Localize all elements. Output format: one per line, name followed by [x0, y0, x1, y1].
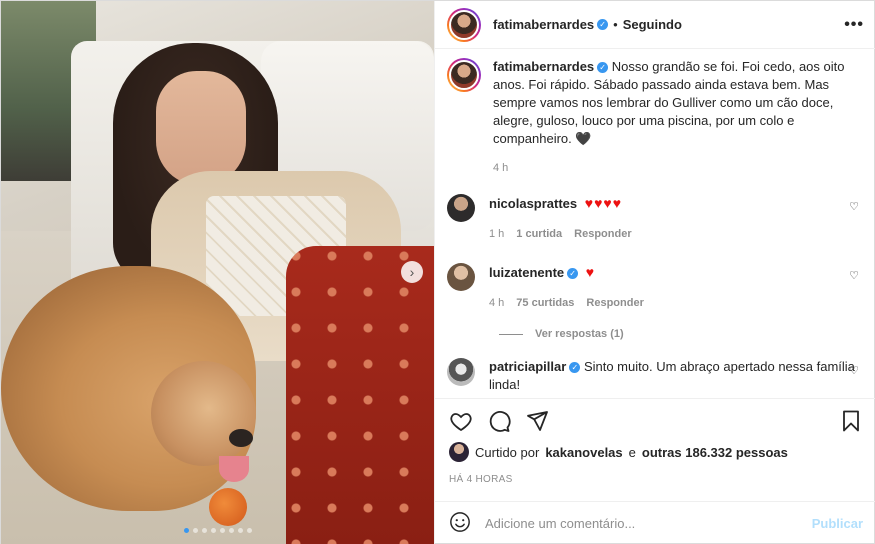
caption-username[interactable]: fatimabernardes — [493, 59, 594, 74]
carousel-next-button[interactable]: › — [401, 261, 423, 283]
bookmark-save-icon[interactable] — [839, 409, 863, 433]
comment-time: 1 h — [489, 228, 505, 240]
posted-time: HÁ 4 HORAS — [449, 474, 513, 485]
view-replies-button[interactable]: Ver respostas (1) — [499, 328, 861, 340]
comment-time: 4 h — [489, 297, 505, 309]
caption-time: 4 h — [493, 162, 509, 174]
carousel-dot — [183, 528, 189, 533]
comment-username[interactable]: nicolasprattes — [489, 196, 577, 211]
author-avatar[interactable] — [447, 7, 481, 42]
likes-summary: Curtido por kakanovelas e outras 186.332… — [449, 442, 788, 462]
commenter-avatar[interactable] — [447, 194, 475, 222]
follow-status-button[interactable]: Seguindo — [623, 17, 682, 32]
carousel-dot — [210, 528, 216, 533]
chevron-right-icon: › — [409, 264, 415, 280]
verified-icon: ✓ — [569, 362, 581, 374]
more-options-icon[interactable]: ••• — [844, 16, 864, 34]
separator-dot: • — [613, 17, 618, 32]
carousel-dot — [201, 528, 207, 533]
reply-button[interactable]: Responder — [574, 225, 631, 243]
emoji-icon[interactable] — [449, 511, 471, 536]
verified-icon: ✓ — [597, 62, 609, 74]
comment-item: luizatenente ✓ ♥ 4 h 75 curtidas Responde… — [447, 263, 861, 312]
ball — [209, 488, 247, 526]
like-heart-icon[interactable] — [449, 409, 473, 433]
post-photo[interactable]: › — [1, 1, 434, 544]
replies-divider — [499, 333, 523, 335]
liker-username[interactable]: kakanovelas — [545, 445, 622, 460]
verified-icon: ✓ — [597, 19, 609, 30]
likes-prefix: Curtido por — [475, 444, 540, 460]
comment-bubble-icon[interactable] — [487, 409, 511, 433]
comment-likes[interactable]: 1 curtida — [516, 225, 562, 243]
view-replies-label: Ver respostas (1) — [535, 328, 624, 340]
author-username[interactable]: fatimabernardes — [493, 17, 594, 32]
post-actions — [435, 398, 875, 442]
comment-text: ♥♥♥♥ — [584, 195, 623, 211]
like-comment-heart-icon[interactable]: ♡ — [849, 269, 859, 282]
like-comment-heart-icon[interactable]: ♡ — [849, 200, 859, 213]
caption: fatimabernardes ✓ Nosso grandão se foi. F… — [447, 58, 861, 174]
commenter-avatar[interactable] — [447, 358, 475, 386]
carousel-dots — [1, 528, 434, 533]
carousel-dot — [228, 528, 234, 533]
carousel-dot — [246, 528, 252, 533]
comment-item: patriciapillar ✓ Sinto muito. Um abraço a… — [447, 358, 861, 394]
comment-text: ♥ — [585, 264, 596, 280]
likes-and: e — [628, 444, 636, 460]
post-header: fatimabernardes ✓ • Seguindo ••• — [435, 1, 875, 49]
comment-item: nicolasprattes ♥♥♥♥ 1 h 1 curtida Respon… — [447, 194, 861, 243]
post-panel: fatimabernardes ✓ • Seguindo ••• fatimab… — [434, 1, 875, 544]
carousel-dot — [237, 528, 243, 533]
likes-others-button[interactable]: outras 186.332 pessoas — [642, 445, 788, 460]
commenter-avatar[interactable] — [447, 263, 475, 291]
reply-button[interactable]: Responder — [586, 294, 643, 312]
add-comment-bar: Publicar — [435, 501, 875, 544]
carousel-dot — [192, 528, 198, 533]
comments-section: fatimabernardes ✓ Nosso grandão se foi. F… — [435, 58, 875, 398]
comment-likes[interactable]: 75 curtidas — [516, 294, 574, 312]
share-paper-plane-icon[interactable] — [525, 409, 549, 433]
comment-username[interactable]: luizatenente — [489, 265, 564, 280]
caption-avatar[interactable] — [447, 58, 481, 92]
comment-input[interactable] — [485, 516, 798, 531]
publish-button[interactable]: Publicar — [812, 516, 863, 531]
comment-username[interactable]: patriciapillar — [489, 359, 566, 374]
liker-avatar[interactable] — [449, 442, 469, 462]
like-comment-heart-icon[interactable]: ♡ — [849, 364, 859, 377]
instagram-post: › fatimabernardes ✓ • Seguindo ••• fatim… — [0, 0, 875, 544]
verified-icon: ✓ — [567, 268, 579, 280]
carousel-dot — [219, 528, 225, 533]
